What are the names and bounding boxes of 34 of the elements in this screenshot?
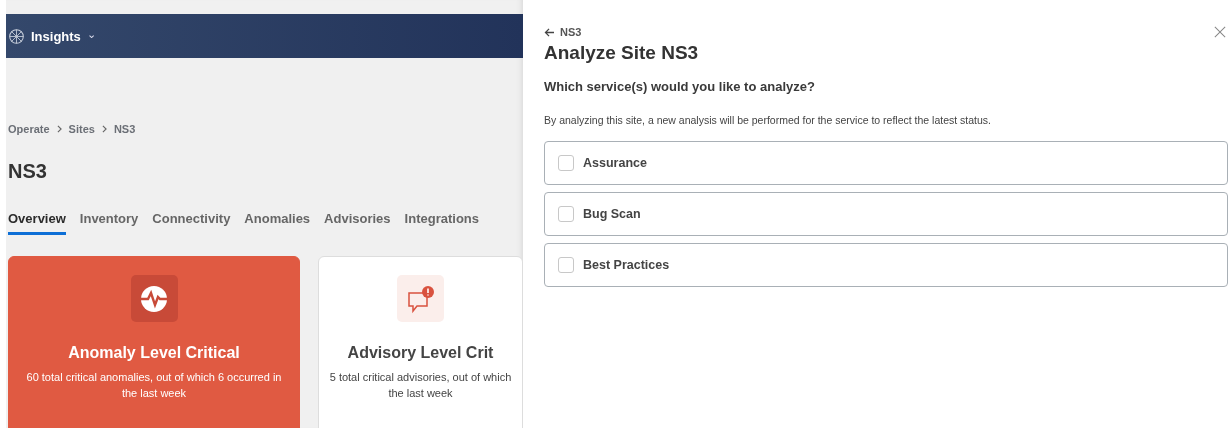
chevron-icon bbox=[101, 125, 107, 133]
checkbox[interactable] bbox=[558, 155, 574, 171]
back-arrow-icon bbox=[544, 27, 555, 37]
card-title: Anomaly Level Critical bbox=[68, 344, 240, 362]
breadcrumb-link[interactable]: Sites bbox=[68, 123, 95, 135]
tab[interactable]: Connectivity bbox=[152, 211, 231, 235]
chevron-icon bbox=[56, 125, 62, 133]
checkbox[interactable] bbox=[558, 257, 574, 273]
card-description: 60 total critical anomalies, out of which 6 occurred in the last week bbox=[25, 370, 283, 401]
service-option[interactable]: Best Practices bbox=[544, 243, 1228, 287]
wheel-icon bbox=[8, 27, 25, 45]
service-option[interactable]: Assurance bbox=[544, 141, 1228, 185]
tab[interactable]: Inventory bbox=[79, 211, 139, 235]
status-card[interactable]: Anomaly Level Critical 60 total critical anomalies, out of which 6 occurred in the last week bbox=[8, 256, 300, 428]
page-title: NS3 bbox=[8, 159, 48, 183]
checkbox[interactable] bbox=[558, 206, 574, 222]
drawer-title: Analyze Site NS3 bbox=[544, 42, 700, 64]
tab[interactable]: Advisories bbox=[324, 211, 391, 235]
question-text: Which service(s) would you like to analyze? bbox=[544, 79, 816, 94]
alert-message-icon bbox=[405, 283, 436, 314]
close-icon[interactable] bbox=[1214, 26, 1226, 38]
card-title: Advisory Level Crit bbox=[347, 344, 494, 362]
service-option[interactable]: Bug Scan bbox=[544, 192, 1228, 236]
tab[interactable]: Integrations bbox=[404, 211, 479, 235]
app-switcher[interactable]: Insights $^{⌄}$ bbox=[31, 28, 97, 44]
back-link[interactable]: NS3 bbox=[544, 26, 582, 38]
card-description: 5 total critical advisories, out of which the last week bbox=[328, 370, 513, 401]
breadcrumb-link[interactable]: NS3 bbox=[113, 123, 136, 135]
description-text: By analyzing this site, a new analysis will be performed for the service to reflect the latest status. bbox=[544, 114, 993, 126]
status-card[interactable]: Advisory Level Crit 5 total critical advisories, out of which the last week bbox=[318, 256, 523, 428]
pulse-icon bbox=[139, 283, 169, 314]
tab[interactable]: Anomalies bbox=[244, 211, 311, 235]
tab[interactable]: Overview bbox=[8, 211, 66, 235]
breadcrumb-link[interactable]: Operate bbox=[8, 123, 50, 135]
